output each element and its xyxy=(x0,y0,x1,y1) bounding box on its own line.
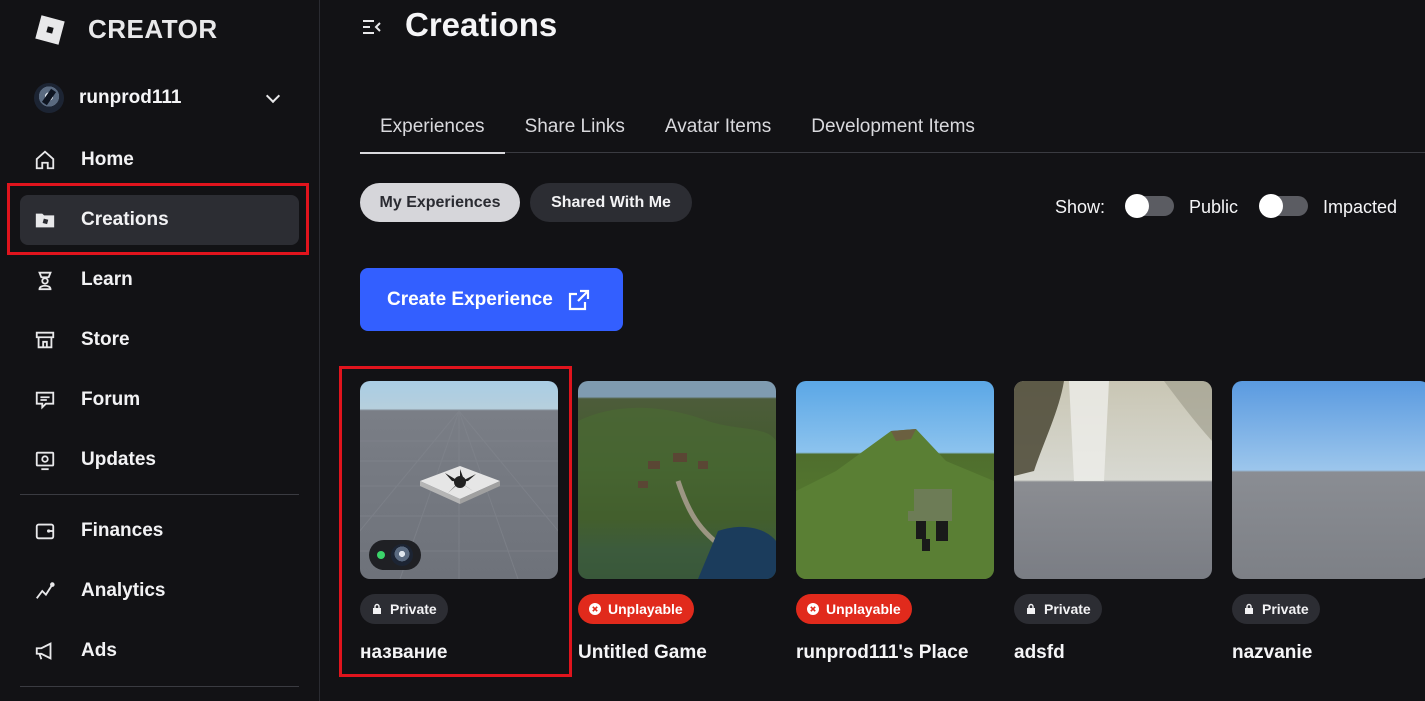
sidebar-item-label: Ads xyxy=(81,640,117,661)
experience-title[interactable]: Untitled Game xyxy=(578,642,707,664)
sidebar-item-store[interactable]: Store xyxy=(20,315,299,365)
forum-icon xyxy=(33,388,57,412)
sidebar-item-label: Home xyxy=(81,149,134,170)
store-icon xyxy=(33,328,57,352)
chevron-down-icon xyxy=(265,88,281,104)
sidebar-item-analytics[interactable]: Analytics xyxy=(20,566,299,616)
logo-text: CREATOR xyxy=(88,14,218,44)
folder-icon xyxy=(33,208,57,232)
impacted-toggle[interactable] xyxy=(1259,194,1308,218)
error-icon xyxy=(589,603,601,615)
wallet-icon xyxy=(33,519,57,543)
avatar xyxy=(391,544,413,566)
toggle-knob xyxy=(1125,194,1149,218)
experience-card[interactable] xyxy=(1014,381,1212,579)
sidebar-item-label: Creations xyxy=(81,209,169,230)
avatar xyxy=(34,83,64,113)
lock-icon xyxy=(1025,603,1037,615)
megaphone-icon xyxy=(33,639,57,663)
sidebar-item-label: Analytics xyxy=(81,580,166,601)
status-text: Unplayable xyxy=(826,601,901,617)
sidebar-divider xyxy=(20,686,299,687)
lock-icon xyxy=(1243,603,1255,615)
status-badge: Private xyxy=(1014,594,1102,624)
creator-logo[interactable]: CREATOR xyxy=(35,14,218,45)
status-badge: Unplayable xyxy=(796,594,912,624)
experience-thumbnail[interactable] xyxy=(1014,381,1212,579)
create-experience-button[interactable]: Create Experience xyxy=(360,268,623,331)
create-experience-label: Create Experience xyxy=(387,288,553,310)
experience-card[interactable] xyxy=(796,381,994,579)
experience-thumbnail[interactable] xyxy=(1232,381,1425,579)
experience-card[interactable] xyxy=(1232,381,1425,579)
status-text: Unplayable xyxy=(608,601,683,617)
collapse-sidebar-icon[interactable] xyxy=(360,15,384,39)
tab-bar: Experiences Share Links Avatar Items Dev… xyxy=(360,100,1425,154)
status-text: Private xyxy=(390,601,437,617)
status-badge: Private xyxy=(1232,594,1320,624)
learn-icon xyxy=(33,268,57,292)
sidebar-item-home[interactable]: Home xyxy=(20,135,299,185)
experience-thumbnail[interactable] xyxy=(796,381,994,579)
experience-title[interactable]: nazvanie xyxy=(1232,642,1312,664)
tab-development-items[interactable]: Development Items xyxy=(791,100,995,153)
toggle-knob xyxy=(1259,194,1283,218)
public-toggle[interactable] xyxy=(1125,194,1174,218)
status-text: Private xyxy=(1262,601,1309,617)
filter-my-experiences[interactable]: My Experiences xyxy=(360,183,520,222)
sidebar: CREATOR runprod111 Home Creations Learn … xyxy=(0,0,320,701)
account-name: runprod111 xyxy=(79,87,182,108)
tab-share-links[interactable]: Share Links xyxy=(505,100,645,153)
impacted-label: Impacted xyxy=(1323,197,1398,217)
updates-icon xyxy=(33,448,57,472)
lock-icon xyxy=(371,603,383,615)
roblox-logo-icon xyxy=(35,14,65,45)
status-text: Private xyxy=(1044,601,1091,617)
filter-shared-with-me[interactable]: Shared With Me xyxy=(530,183,692,222)
external-link-icon xyxy=(567,288,591,312)
page-title: Creations xyxy=(405,6,558,43)
sidebar-item-ads[interactable]: Ads xyxy=(20,626,299,676)
sidebar-item-forum[interactable]: Forum xyxy=(20,375,299,425)
sidebar-item-learn[interactable]: Learn xyxy=(20,255,299,305)
analytics-icon xyxy=(33,579,57,603)
sidebar-item-label: Store xyxy=(81,329,130,350)
public-label: Public xyxy=(1189,197,1239,217)
experience-thumbnail[interactable] xyxy=(360,381,558,579)
show-label: Show: xyxy=(1055,197,1106,217)
online-indicator xyxy=(377,551,385,559)
sidebar-item-updates[interactable]: Updates xyxy=(20,435,299,485)
account-switcher[interactable]: runprod111 xyxy=(34,82,286,114)
sidebar-divider xyxy=(20,494,299,495)
status-badge: Unplayable xyxy=(578,594,694,624)
status-badge: Private xyxy=(360,594,448,624)
tab-avatar-items[interactable]: Avatar Items xyxy=(645,100,791,153)
tab-experiences[interactable]: Experiences xyxy=(360,100,505,154)
experience-card[interactable] xyxy=(578,381,776,579)
sidebar-item-label: Learn xyxy=(81,269,133,290)
sidebar-item-creations[interactable]: Creations xyxy=(20,195,299,245)
sidebar-item-label: Finances xyxy=(81,520,164,541)
sidebar-item-label: Forum xyxy=(81,389,141,410)
sidebar-item-label: Updates xyxy=(81,449,156,470)
experience-title[interactable]: adsfd xyxy=(1014,642,1065,664)
experience-thumbnail[interactable] xyxy=(578,381,776,579)
experience-card[interactable] xyxy=(360,381,558,579)
sidebar-item-finances[interactable]: Finances xyxy=(20,506,299,556)
home-icon xyxy=(33,148,57,172)
experience-title[interactable]: runprod111's Place xyxy=(796,642,968,664)
error-icon xyxy=(807,603,819,615)
experience-title[interactable]: название xyxy=(360,642,447,664)
online-status-pill xyxy=(369,540,421,570)
